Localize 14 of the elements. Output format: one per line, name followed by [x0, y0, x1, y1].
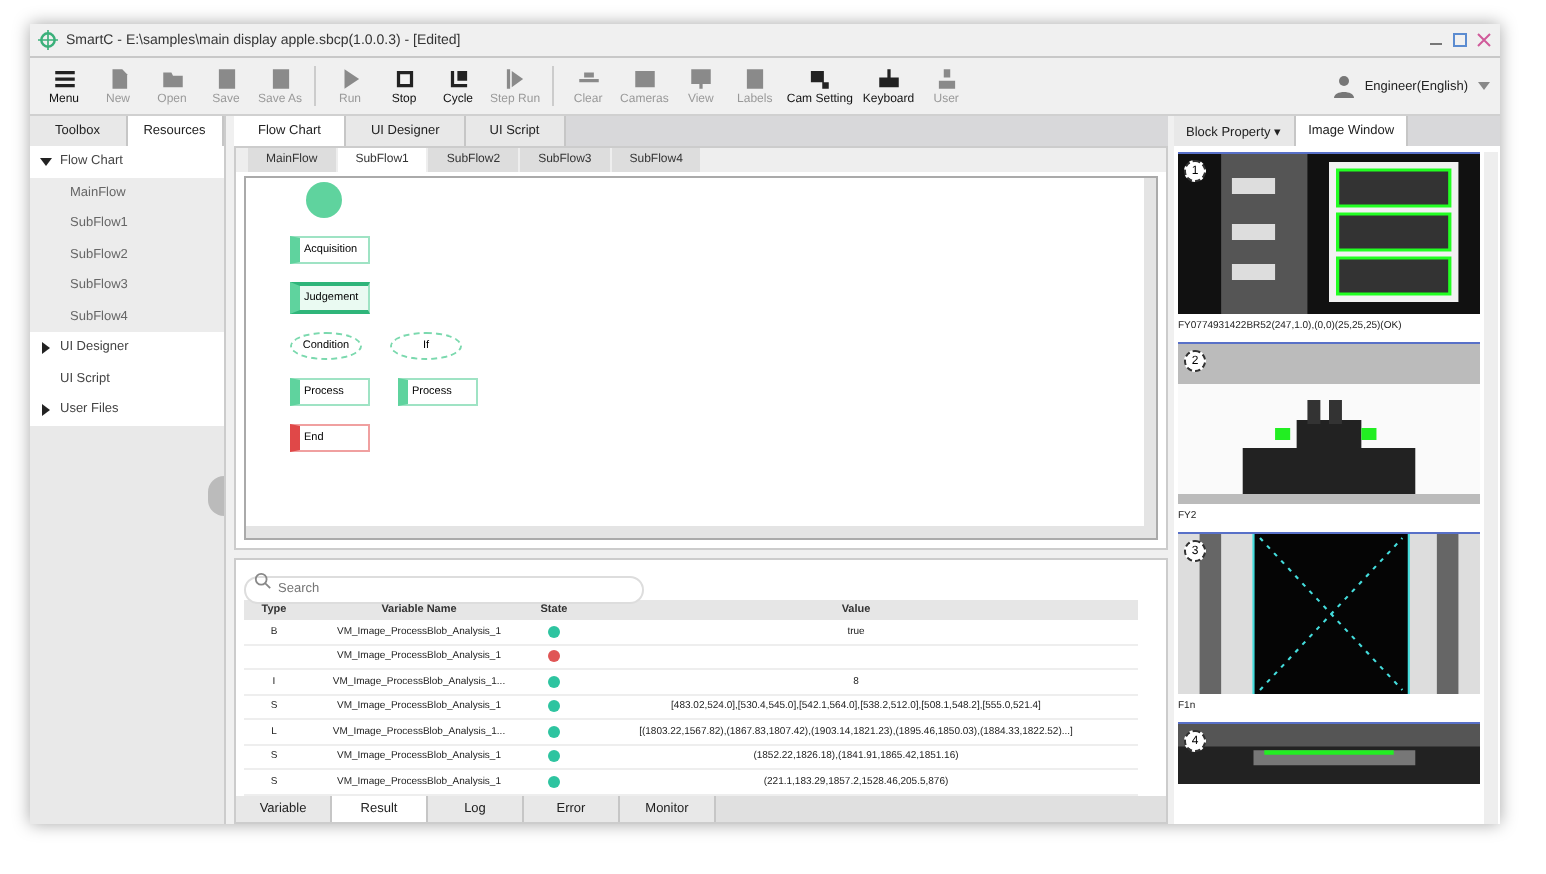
monitor-icon [687, 66, 714, 92]
menu-icon [51, 66, 77, 92]
caret-icon[interactable] [1476, 80, 1492, 92]
stop-icon [391, 66, 418, 92]
expand-arrow-icon[interactable] [40, 403, 52, 416]
scrollbar[interactable] [1484, 152, 1498, 824]
crosshair-icon [38, 30, 58, 50]
expand-arrow-icon[interactable] [40, 341, 52, 354]
collapse-handle[interactable] [208, 476, 224, 516]
start-node[interactable] [306, 182, 342, 218]
maximize-icon[interactable] [1452, 32, 1468, 48]
close-icon[interactable] [1476, 32, 1492, 48]
search-icon [254, 571, 272, 589]
expand-arrow-icon[interactable] [40, 155, 52, 168]
